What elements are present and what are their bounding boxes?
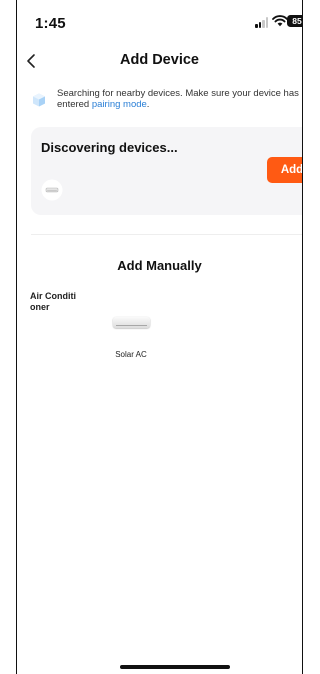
phone-screen: 1:45 85 Add Device Searching for nearby … <box>16 0 303 674</box>
home-indicator[interactable] <box>120 665 230 669</box>
category-air-conditioner[interactable]: Air Conditioner <box>30 291 80 312</box>
discovery-cube-icon <box>33 93 45 107</box>
discovering-title: Discovering devices... <box>41 140 178 155</box>
add-button[interactable]: Add <box>267 157 302 183</box>
air-conditioner-icon <box>113 317 150 328</box>
page-title: Add Device <box>120 52 199 68</box>
status-bar: 1:45 85 <box>17 0 302 40</box>
cellular-signal-icon <box>255 17 269 28</box>
product-solar-ac[interactable]: Solar AC <box>107 312 155 364</box>
battery-icon: 85 <box>287 15 302 27</box>
nav-bar: Add Device <box>17 46 302 76</box>
hint-text: Searching for nearby devices. Make sure … <box>57 88 302 110</box>
product-label: Solar AC <box>115 350 147 359</box>
divider <box>31 234 302 235</box>
status-time: 1:45 <box>35 15 66 32</box>
wifi-icon <box>272 15 288 27</box>
air-conditioner-icon[interactable] <box>41 179 63 201</box>
hint-suffix: . <box>146 99 150 110</box>
discovering-card: Discovering devices... Add <box>31 127 302 215</box>
pairing-mode-link[interactable]: pairing mode <box>92 99 147 110</box>
search-hint: Searching for nearby devices. Make sure … <box>31 88 301 116</box>
add-manually-title: Add Manually <box>117 258 202 273</box>
